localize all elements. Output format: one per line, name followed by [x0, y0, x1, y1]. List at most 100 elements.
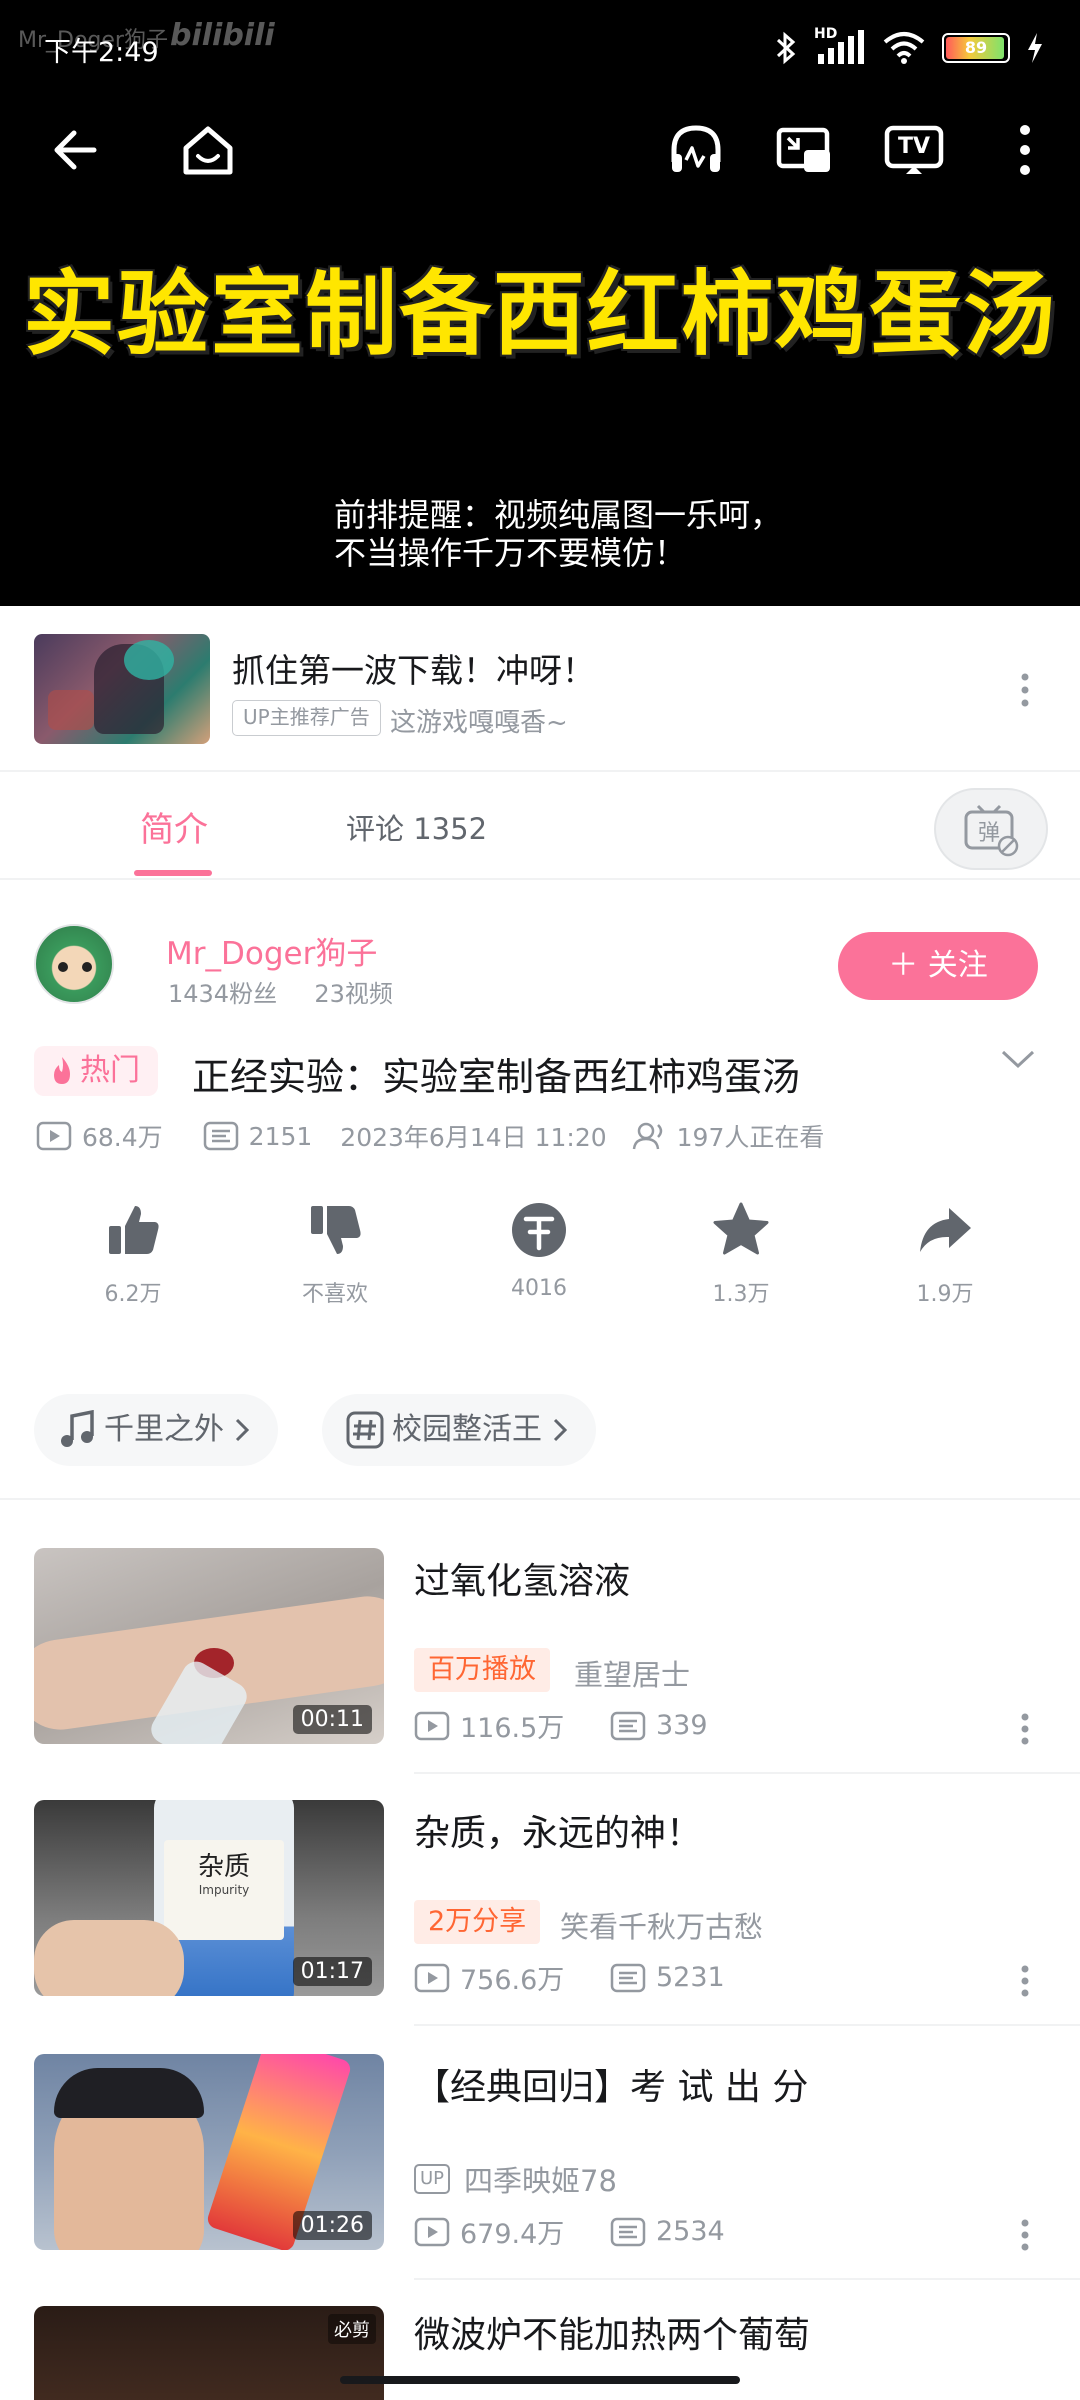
watching-count: 197人正在看 — [676, 1123, 825, 1152]
ad-subtitle: 这游戏嘎嘎香~ — [390, 708, 568, 738]
ad-title[interactable]: 抓住第一波下载！冲呀！ — [232, 644, 595, 692]
status-icons: HD 89 — [774, 26, 1044, 68]
hot-badge: 热门 — [34, 1046, 158, 1096]
favorite-button[interactable]: 1.3万 — [676, 1200, 806, 1308]
charging-icon — [1028, 33, 1042, 63]
back-arrow-icon[interactable] — [46, 120, 106, 180]
danmaku-count-icon — [203, 1121, 238, 1151]
rec-stats: 116.5万 339 — [414, 1706, 708, 1745]
rec-views: 679.4万 — [460, 2219, 565, 2250]
rec-danmaku: 5231 — [656, 1962, 725, 1993]
share-button[interactable]: 1.9万 — [880, 1200, 1010, 1308]
list-item[interactable]: 00:11 过氧化氢溶液 百万播放 重望居士 116.5万 339 — [0, 1548, 1080, 1800]
home-indicator[interactable] — [340, 2376, 740, 2384]
rec-author[interactable]: 重望居士 — [574, 1652, 690, 1694]
app-root: Mr_Doger狗子 bilibili 下午2:49 HD 89 TV 实验室制… — [0, 0, 1080, 2400]
uploader-name[interactable]: Mr_Doger狗子 — [166, 928, 377, 973]
floating-window-icon[interactable] — [774, 120, 834, 180]
more-vertical-icon[interactable] — [1018, 1712, 1032, 1746]
list-item[interactable]: 必剪 微波炉不能加热两个葡萄 — [0, 2306, 1080, 2400]
video-thumbnail[interactable]: 必剪 — [34, 2306, 384, 2400]
divider — [414, 2278, 1080, 2280]
bluetooth-icon — [776, 31, 796, 65]
more-vertical-icon[interactable] — [1018, 2218, 1032, 2252]
coin-button[interactable]: 4016 — [474, 1200, 604, 1301]
thumb-label-en: Impurity — [198, 1883, 250, 1897]
danmaku-count-icon — [610, 1963, 646, 1992]
video-thumbnail[interactable]: 01:26 — [34, 2054, 384, 2250]
ad-banner[interactable]: 抓住第一波下载！冲呀！ UP主推荐广告 这游戏嘎嘎香~ — [0, 606, 1080, 770]
tab-intro[interactable]: 简介 — [140, 802, 208, 851]
thumbs-down-icon — [311, 1206, 361, 1254]
rec-title[interactable]: 微波炉不能加热两个葡萄 — [414, 2306, 810, 2358]
svg-text:弹: 弹 — [978, 821, 1000, 846]
more-vertical-icon[interactable] — [1018, 1964, 1032, 1998]
subtitle-line-2: 不当操作千万不要模仿！ — [334, 534, 687, 572]
star-icon — [713, 1202, 769, 1255]
tab-bar: 简介 评论 1352 弹 — [0, 770, 1080, 878]
video-subtitle: 前排提醒：视频纯属图一乐呵， 不当操作千万不要模仿！ — [334, 496, 782, 572]
cast-tv-icon[interactable]: TV — [884, 120, 944, 180]
danmaku-off-icon: 弹 — [964, 804, 1019, 857]
like-button[interactable]: 6.2万 — [68, 1200, 198, 1308]
tab-indicator — [134, 870, 212, 876]
danmaku-count: 2151 — [248, 1121, 313, 1151]
list-item[interactable]: 杂质 Impurity 01:17 杂质，永远的神！ 2万分享 笑看千秋万古愁 … — [0, 1800, 1080, 2052]
battery-icon: 89 — [942, 33, 1010, 63]
divider — [414, 1772, 1080, 1774]
thumb-label-cn: 杂质 — [197, 1852, 250, 1882]
rec-stats: 679.4万 2534 — [414, 2212, 725, 2251]
video-overlay-title: 实验室制备西红柿鸡蛋汤 — [22, 261, 1057, 368]
hot-label: 热门 — [80, 1053, 140, 1088]
tag-music[interactable]: 千里之外 — [34, 1394, 278, 1466]
battery-level: 89 — [964, 38, 988, 57]
rec-stats: 756.6万 5231 — [414, 1958, 725, 1997]
coin-count: 4016 — [511, 1276, 567, 1301]
chevron-right-icon — [553, 1418, 568, 1442]
rec-badge: 2万分享 — [414, 1900, 541, 1944]
network-type: HD — [814, 26, 838, 42]
divider — [0, 1498, 1080, 1500]
video-thumbnail[interactable]: 00:11 — [34, 1548, 384, 1744]
thumbs-up-icon — [109, 1206, 159, 1254]
tag-topic[interactable]: 校园整活王 — [322, 1394, 596, 1466]
ad-more-icon[interactable] — [1018, 672, 1032, 708]
rec-title[interactable]: 【经典回归】考 试 出 分 — [414, 2058, 808, 2110]
divider — [414, 2024, 1080, 2026]
rec-author[interactable]: 笑看千秋万古愁 — [560, 1904, 763, 1946]
list-item[interactable]: 01:26 【经典回归】考 试 出 分 UP 四季映姬78 679.4万 253… — [0, 2054, 1080, 2306]
like-count: 6.2万 — [104, 1282, 162, 1307]
music-note-icon — [61, 1410, 94, 1447]
danmaku-count-icon — [610, 1711, 646, 1740]
more-vertical-icon[interactable] — [1000, 120, 1050, 180]
chevron-down-icon[interactable] — [1000, 1048, 1036, 1072]
publish-date: 2023年6月14日 11:20 — [340, 1123, 607, 1152]
view-count: 68.4万 — [82, 1123, 163, 1152]
video-title: 正经实验：实验室制备西红柿鸡蛋汤 — [192, 1055, 801, 1099]
tab-comments[interactable]: 评论 1352 — [346, 806, 487, 848]
hashtag-icon — [346, 1411, 384, 1449]
rec-title[interactable]: 过氧化氢溶液 — [414, 1552, 630, 1604]
danmaku-toggle-button[interactable]: 弹 — [934, 788, 1048, 870]
tag-topic-label: 校园整活王 — [392, 1412, 542, 1447]
dislike-button[interactable]: 不喜欢 — [270, 1200, 400, 1308]
headphones-icon[interactable] — [666, 120, 726, 180]
home-icon[interactable] — [178, 120, 238, 180]
video-duration: 00:11 — [292, 1705, 372, 1734]
rec-title[interactable]: 杂质，永远的神！ — [414, 1804, 702, 1856]
danmaku-count-icon — [610, 2217, 646, 2246]
rec-author[interactable]: 四季映姬78 — [464, 2158, 617, 2200]
wifi-icon — [883, 32, 925, 64]
subtitle-line-1: 前排提醒：视频纯属图一乐呵， — [334, 496, 783, 534]
play-count-icon — [414, 1963, 450, 1992]
ad-thumbnail[interactable] — [34, 634, 210, 744]
avatar[interactable] — [34, 924, 114, 1004]
video-meta: 68.4万 2151 2023年6月14日 11:20 197人正在看 — [36, 1118, 824, 1154]
video-duration: 01:26 — [292, 2211, 372, 2240]
follow-button[interactable]: ＋ 关注 — [838, 932, 1038, 1000]
share-count: 1.9万 — [916, 1282, 974, 1307]
play-count-icon — [414, 1711, 450, 1740]
video-thumbnail[interactable]: 杂质 Impurity 01:17 — [34, 1800, 384, 1996]
video-player[interactable]: Mr_Doger狗子 bilibili 下午2:49 HD 89 TV 实验室制… — [0, 0, 1080, 606]
status-bar: Mr_Doger狗子 bilibili 下午2:49 HD 89 — [0, 0, 1080, 96]
